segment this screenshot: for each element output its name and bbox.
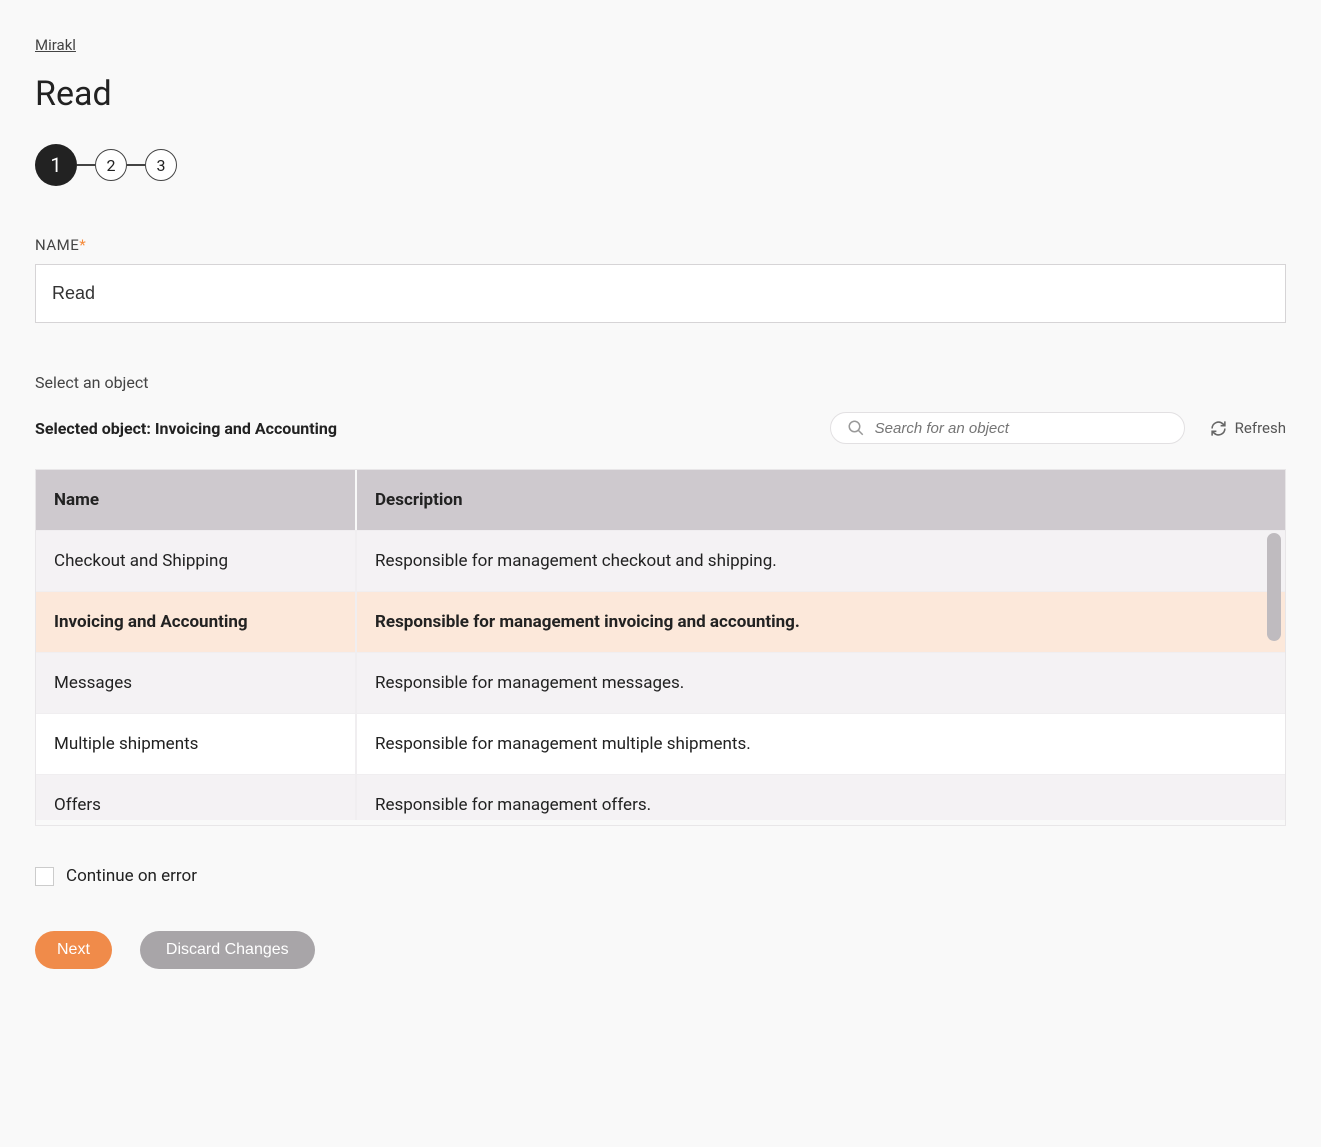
table-row[interactable]: OffersResponsible for management offers. [36,775,1285,821]
cell-name: Messages [36,653,356,714]
cell-name: Checkout and Shipping [36,531,356,592]
table-row[interactable]: Multiple shipmentsResponsible for manage… [36,714,1285,775]
table-row[interactable]: Invoicing and AccountingResponsible for … [36,592,1285,653]
refresh-icon [1210,420,1227,437]
continue-on-error-checkbox[interactable] [35,867,54,886]
cell-description: Responsible for management multiple ship… [356,714,1285,775]
cell-name: Invoicing and Accounting [36,592,356,653]
select-object-label: Select an object [35,373,1286,392]
step-2[interactable]: 2 [95,149,127,181]
refresh-button[interactable]: Refresh [1210,419,1286,437]
column-header-description[interactable]: Description [356,470,1285,530]
column-header-name[interactable]: Name [36,470,356,530]
name-field-label: NAME* [35,236,1286,254]
cell-description: Responsible for management messages. [356,653,1285,714]
breadcrumb: Mirakl [35,35,1286,54]
object-table: Name Description Checkout and ShippingRe… [35,469,1286,826]
page-title: Read [35,74,1286,114]
search-input[interactable] [875,420,1168,437]
next-button[interactable]: Next [35,931,112,969]
step-connector [127,164,145,166]
step-1[interactable]: 1 [35,144,77,186]
selected-object-text: Selected object: Invoicing and Accountin… [35,419,337,438]
stepper: 1 2 3 [35,144,1286,186]
step-3[interactable]: 3 [145,149,177,181]
cell-name: Offers [36,775,356,821]
refresh-label: Refresh [1235,419,1286,437]
table-row[interactable]: MessagesResponsible for management messa… [36,653,1285,714]
table-row[interactable]: Checkout and ShippingResponsible for man… [36,531,1285,592]
cell-description: Responsible for management checkout and … [356,531,1285,592]
scrollbar-thumb[interactable] [1267,533,1281,641]
continue-on-error-label: Continue on error [66,866,197,886]
search-icon [847,419,865,437]
cell-name: Multiple shipments [36,714,356,775]
breadcrumb-link-mirakl[interactable]: Mirakl [35,36,76,54]
cell-description: Responsible for management offers. [356,775,1285,821]
cell-description: Responsible for management invoicing and… [356,592,1285,653]
name-input[interactable] [35,264,1286,323]
step-connector [77,164,95,166]
discard-changes-button[interactable]: Discard Changes [140,931,315,969]
search-object-wrapper[interactable] [830,412,1185,444]
